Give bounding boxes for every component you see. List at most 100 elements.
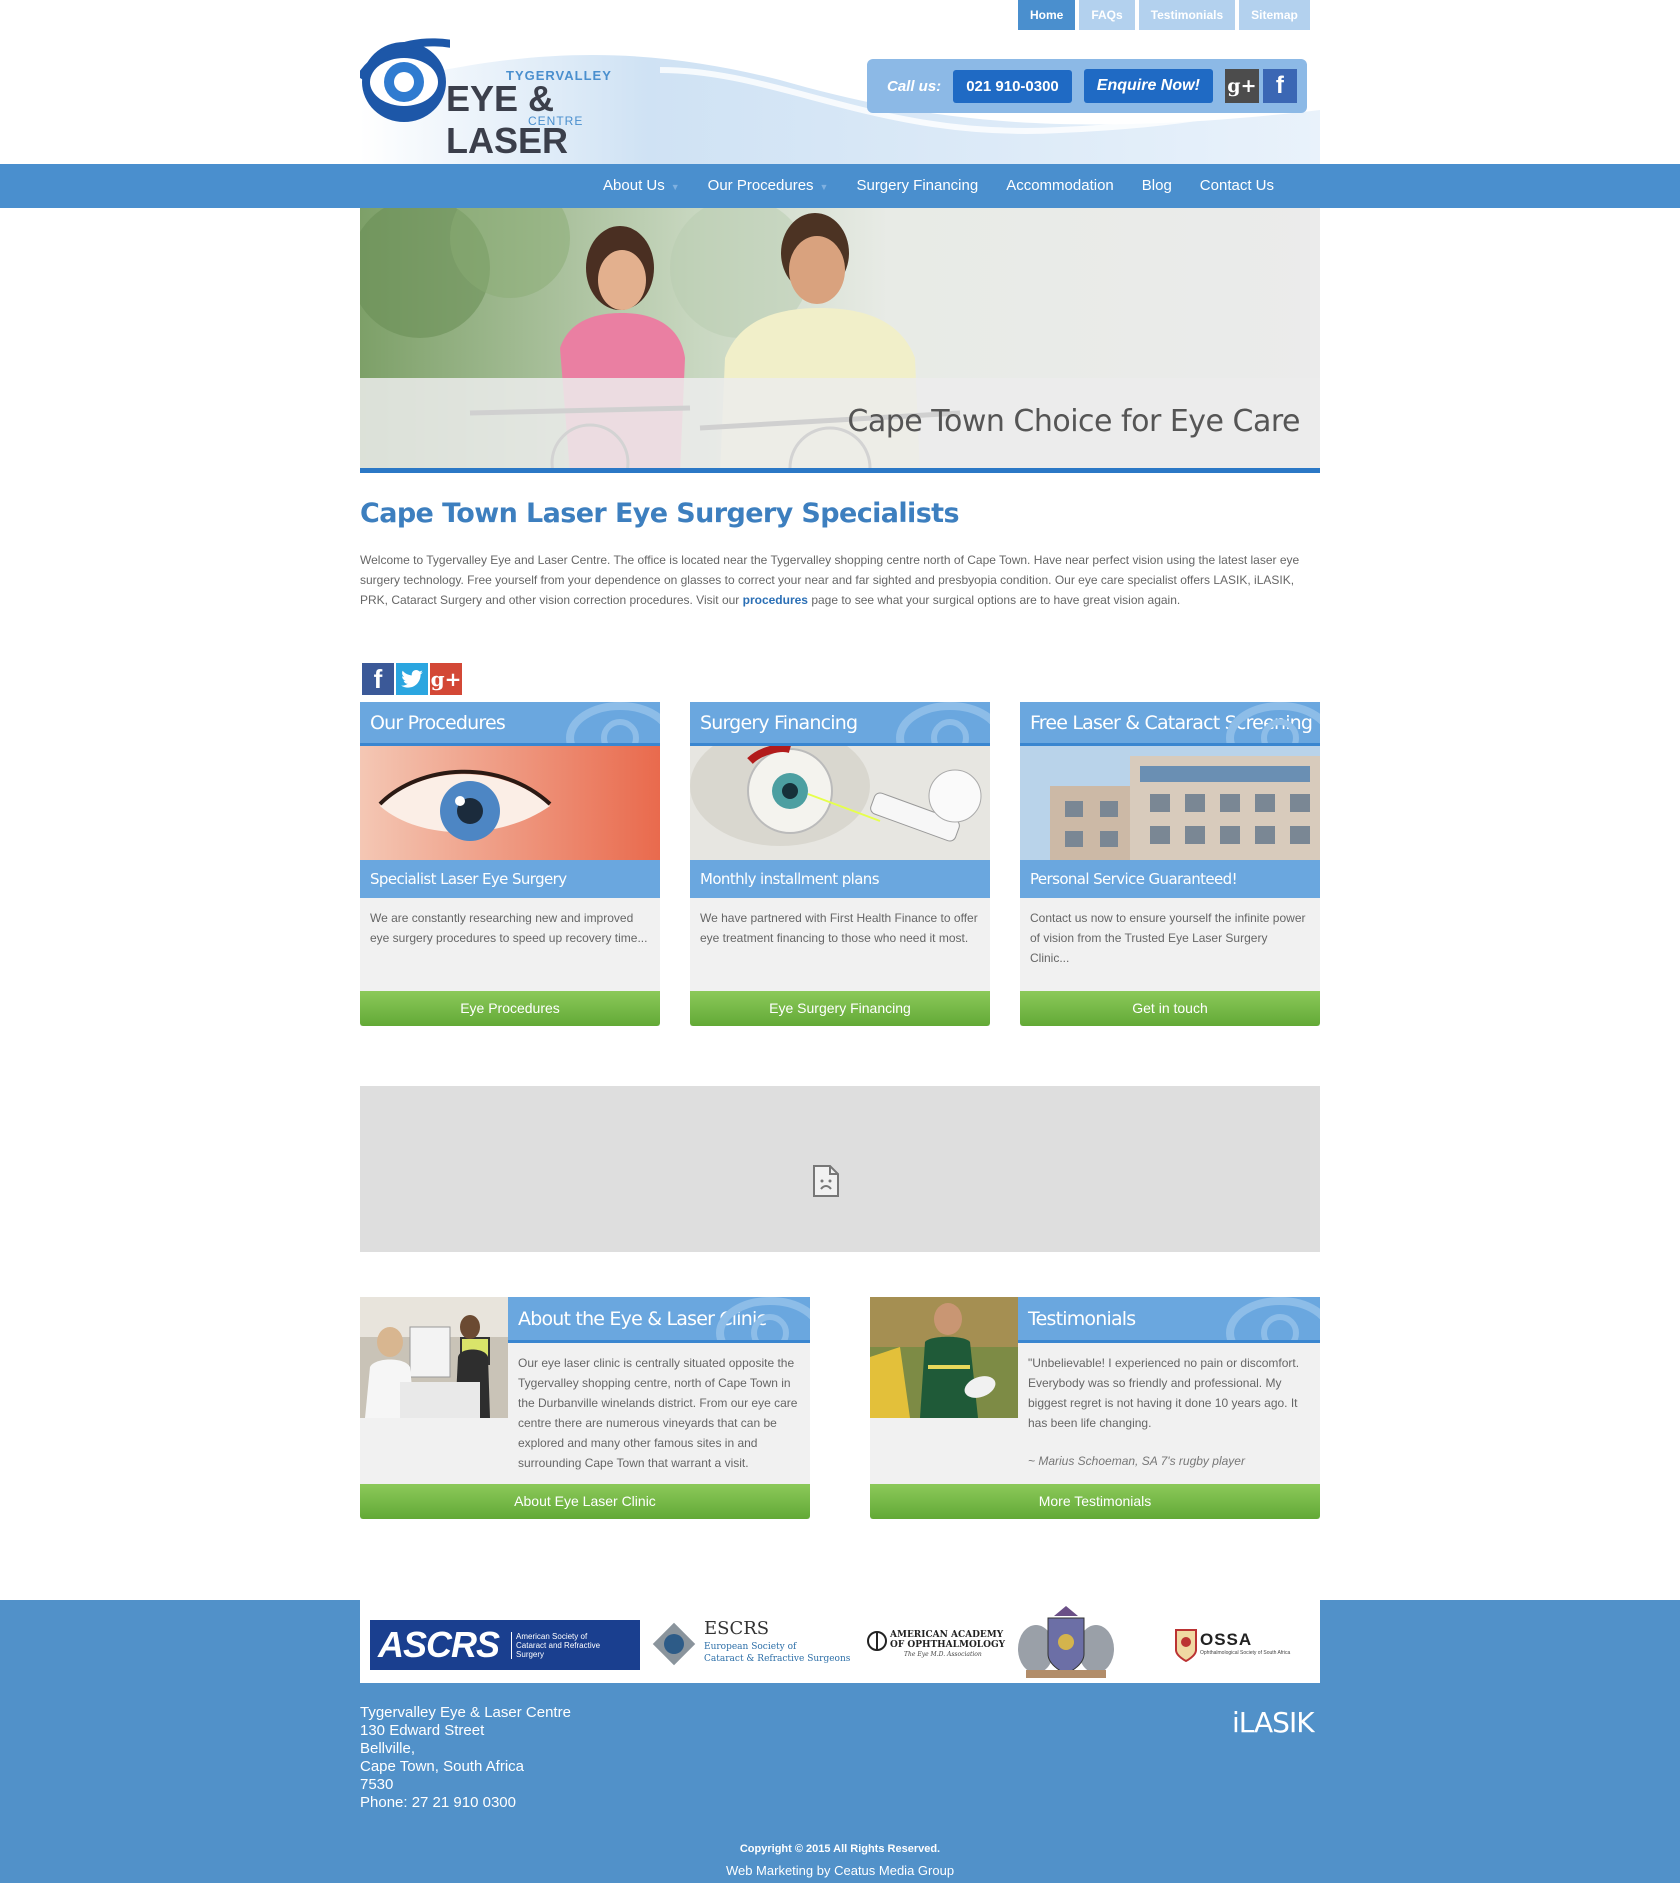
card-procedures: Our Procedures Specialist Laser Eye Surg…	[360, 702, 660, 1026]
aao-emblem-icon	[867, 1631, 887, 1651]
aao-text2: OF OPHTHALMOLOGY	[890, 1640, 1006, 1650]
escrs-emblem-icon	[652, 1622, 696, 1666]
aao-logo[interactable]: AMERICAN ACADEMY OF OPHTHALMOLOGY The Ey…	[866, 1630, 1005, 1660]
broken-plugin-icon	[813, 1165, 839, 1197]
eye-watermark-icon	[566, 702, 660, 743]
ossa-text: OSSA	[1200, 1630, 1253, 1649]
card-text: We have partnered with First Health Fina…	[700, 911, 978, 945]
facebook-icon[interactable]: f	[1262, 69, 1297, 103]
ilasik-logo[interactable]: iLASIK	[1232, 1706, 1315, 1739]
copyright: Copyright © 2015 All Rights Reserved.	[739, 1843, 941, 1855]
top-nav: Home FAQs Testimonials Sitemap	[1018, 0, 1310, 30]
ossa-logo[interactable]: OSSA Ophthalmological Society of South A…	[1172, 1624, 1312, 1664]
call-us-label: Call us:	[887, 77, 942, 95]
nav-our-procedures[interactable]: Our Procedures ▼	[694, 164, 843, 208]
address-line: 7530	[360, 1776, 394, 1793]
card-subtitle: Monthly installment plans	[690, 860, 990, 898]
hero-underline	[360, 468, 1320, 473]
google-plus-icon[interactable]: g+	[1224, 69, 1259, 103]
hero-banner: Cape Town Choice for Eye Care	[360, 208, 1320, 473]
nav-about-us-label: About Us	[603, 177, 665, 194]
get-in-touch-button[interactable]: Get in touch	[1020, 991, 1320, 1026]
logo-line3: CENTRE	[528, 114, 584, 128]
card-subtitle: Specialist Laser Eye Surgery	[360, 860, 660, 898]
footer-address: Tygervalley Eye & Laser Centre 130 Edwar…	[360, 1704, 571, 1812]
share-buttons: f g+	[362, 663, 462, 695]
card-header: Our Procedures	[360, 702, 660, 746]
card-header: Free Laser & Cataract Screening	[1020, 702, 1320, 746]
call-box: Call us: 021 910-0300 Enquire Now! g+ f	[867, 59, 1307, 113]
nav-blog[interactable]: Blog	[1128, 164, 1186, 208]
nav-our-procedures-label: Our Procedures	[707, 177, 814, 194]
site-footer: ASCRS American Society of Cataract and R…	[0, 1600, 1680, 1883]
address-line: Tygervalley Eye & Laser Centre	[360, 1704, 571, 1721]
nav-accommodation[interactable]: Accommodation	[992, 164, 1128, 208]
ascrs-subtext: American Society of Cataract and Refract…	[511, 1631, 611, 1659]
testimonial-author: ~ Marius Schoeman, SA 7's rugby player	[1028, 1454, 1245, 1468]
intro-text: Welcome to Tygervalley Eye and Laser Cen…	[360, 550, 1320, 610]
card-title: Surgery Financing	[700, 712, 858, 734]
nav-surgery-financing[interactable]: Surgery Financing	[842, 164, 992, 208]
address-line: Bellville,	[360, 1740, 416, 1757]
topnav-faqs[interactable]: FAQs	[1079, 0, 1135, 30]
logo[interactable]: TYGERVALLEY EYE & LASER CENTRE	[360, 38, 660, 161]
escrs-text: ESCRS	[704, 1618, 770, 1639]
intro-text-after: page to see what your surgical options a…	[807, 593, 1181, 607]
chevron-down-icon: ▼	[670, 182, 680, 192]
page-title: Cape Town Laser Eye Surgery Specialists	[360, 498, 960, 529]
nav-contact-us[interactable]: Contact Us	[1186, 164, 1288, 208]
chevron-down-icon: ▼	[819, 182, 829, 192]
address-line: Cape Town, South Africa	[360, 1758, 524, 1775]
aao-text1: AMERICAN ACADEMY	[890, 1630, 1004, 1640]
card-screening: Free Laser & Cataract Screening Personal…	[1020, 702, 1320, 1026]
hero-caption: Cape Town Choice for Eye Care	[847, 404, 1300, 439]
topnav-home[interactable]: Home	[1018, 0, 1076, 30]
about-clinic-box: About the Eye & Laser Clinic Our eye las…	[360, 1297, 810, 1519]
eye-procedures-button[interactable]: Eye Procedures	[360, 991, 660, 1026]
ossa-subtext: Ophthalmological Society of South Africa	[1200, 1650, 1291, 1656]
share-facebook-icon[interactable]: f	[362, 663, 394, 695]
more-testimonials-button[interactable]: More Testimonials	[870, 1484, 1320, 1519]
topnav-testimonials[interactable]: Testimonials	[1138, 0, 1236, 30]
about-clinic-button[interactable]: About Eye Laser Clinic	[360, 1484, 810, 1519]
share-google-plus-icon[interactable]: g+	[430, 663, 462, 695]
testimonials-box: Testimonials "Unbelievable! I experience…	[870, 1297, 1320, 1519]
video-embed[interactable]	[360, 1086, 1320, 1252]
about-text: Our eye laser clinic is centrally situat…	[518, 1356, 798, 1470]
phone-button[interactable]: 021 910-0300	[953, 69, 1072, 103]
eye-logo-icon	[360, 38, 450, 122]
card-image	[1020, 746, 1320, 860]
site-header: TYGERVALLEY EYE & LASER CENTRE Call us: …	[0, 0, 1680, 164]
eye-watermark-icon	[896, 702, 990, 743]
nav-about-us[interactable]: About Us ▼	[589, 164, 694, 208]
testimonials-title: Testimonials	[1028, 1308, 1136, 1330]
main-nav: About Us ▼ Our Procedures ▼ Surgery Financ…	[0, 164, 1680, 208]
crest-logo-icon[interactable]	[1016, 1604, 1116, 1680]
procedures-link[interactable]: procedures	[743, 593, 808, 607]
card-title: Our Procedures	[370, 712, 506, 734]
address-line: 130 Edward Street	[360, 1722, 485, 1739]
web-marketing-credit[interactable]: Web Marketing by Ceatus Media Group	[0, 1863, 1680, 1878]
aao-text3: The Eye M.D. Association	[904, 1651, 982, 1658]
topnav-sitemap[interactable]: Sitemap	[1239, 0, 1310, 30]
escrs-subtext1: European Society of	[704, 1642, 797, 1652]
escrs-subtext2: Cataract & Refractive Surgeons	[704, 1654, 851, 1664]
share-twitter-icon[interactable]	[396, 663, 428, 695]
eye-watermark-icon	[1226, 1297, 1320, 1340]
card-text: Contact us now to ensure yourself the in…	[1030, 911, 1306, 965]
ossa-emblem-icon	[1175, 1629, 1197, 1662]
address-line: Phone: 27 21 910 0300	[360, 1794, 516, 1811]
eye-surgery-financing-button[interactable]: Eye Surgery Financing	[690, 991, 990, 1026]
rugby-photo	[870, 1297, 1018, 1418]
card-subtitle: Personal Service Guaranteed!	[1020, 860, 1320, 898]
card-image	[690, 746, 990, 860]
eye-watermark-icon	[716, 1297, 810, 1340]
testimonial-quote: "Unbelievable! I experienced no pain or …	[1028, 1356, 1300, 1430]
card-image	[360, 746, 660, 860]
ascrs-logo[interactable]: ASCRS American Society of Cataract and R…	[370, 1620, 640, 1670]
enquire-now-button[interactable]: Enquire Now!	[1083, 69, 1213, 103]
card-financing: Surgery Financing Monthly installment pl…	[690, 702, 990, 1026]
escrs-logo[interactable]: ESCRS European Society of Cataract & Ref…	[650, 1618, 850, 1670]
eye-watermark-icon	[1226, 702, 1320, 743]
partner-logos: ASCRS American Society of Cataract and R…	[360, 1600, 1320, 1683]
